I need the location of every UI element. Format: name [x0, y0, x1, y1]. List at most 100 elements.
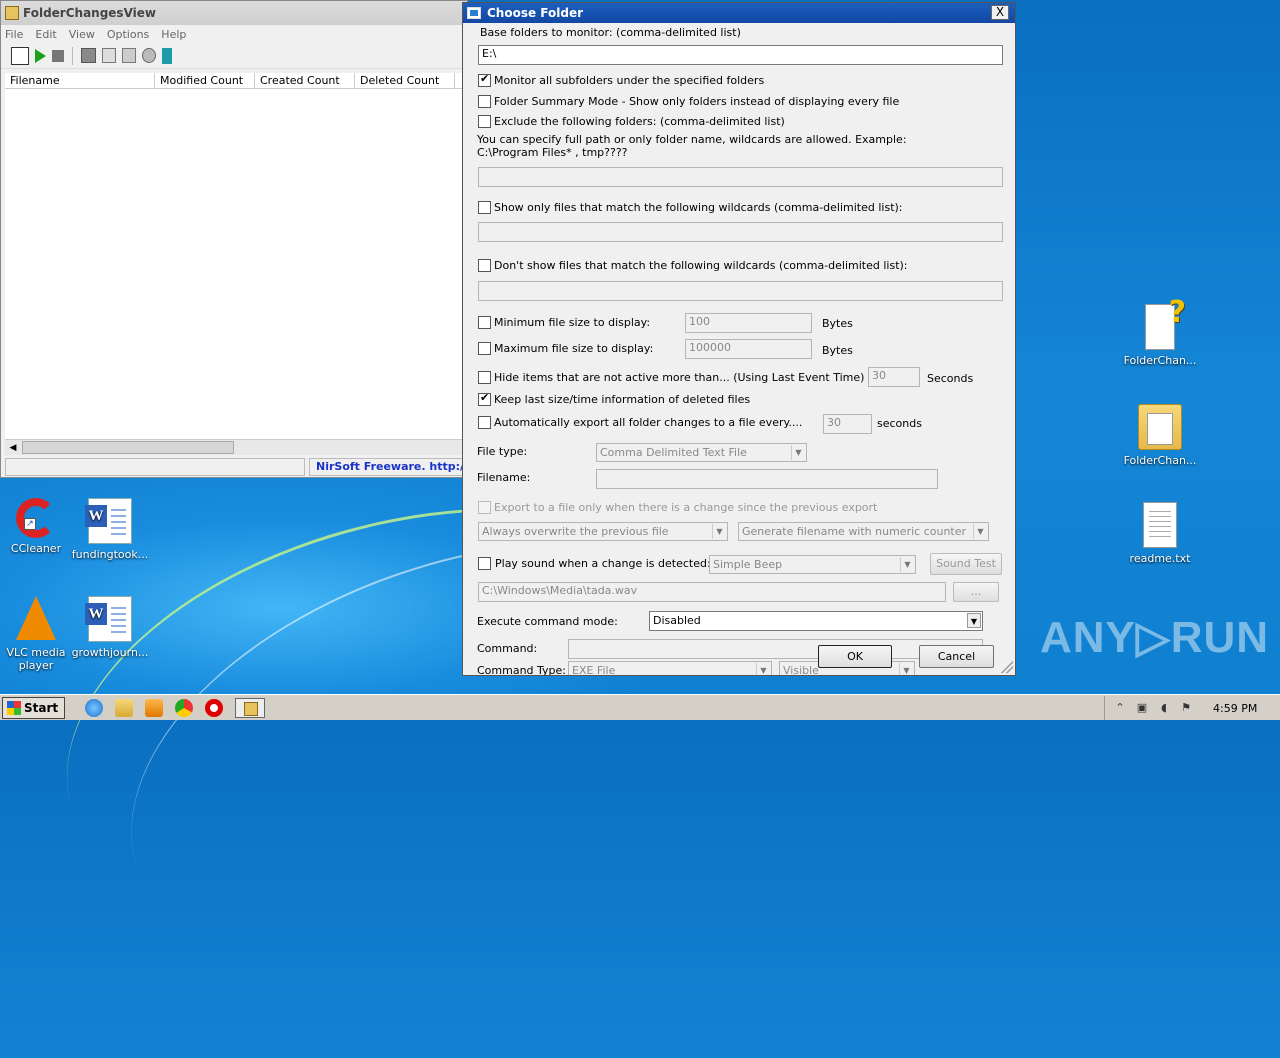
hide-inactive-unit: Seconds [927, 372, 974, 385]
browse-sound-button[interactable]: ... [953, 582, 999, 602]
max-size-checkbox[interactable] [478, 342, 491, 355]
stop-icon[interactable] [52, 49, 64, 62]
start-label: Start [24, 700, 59, 715]
windows-logo-icon [7, 700, 21, 715]
base-folders-input[interactable]: E:\ [478, 45, 1003, 65]
overwrite-select[interactable]: Always overwrite the previous file ▼ [478, 522, 728, 541]
properties-icon[interactable] [122, 48, 136, 63]
start-button[interactable]: Start [2, 696, 66, 719]
scroll-left-icon[interactable]: ◀ [5, 440, 21, 456]
exit-icon[interactable] [162, 47, 172, 64]
internet-explorer-icon[interactable] [85, 698, 104, 717]
command-type-select[interactable]: EXE File ▼ [568, 661, 772, 675]
file-list[interactable] [5, 89, 463, 439]
desktop-icon-label: fundingtook... [71, 548, 149, 561]
column-filename[interactable]: Filename [5, 73, 155, 88]
desktop-icon-growthjourn[interactable]: W growthjourn... [70, 596, 150, 659]
taskbar-folderchangesview-button[interactable] [235, 697, 266, 718]
min-size-checkbox[interactable] [478, 316, 491, 329]
show-only-wildcards-input[interactable] [478, 222, 1003, 242]
column-deleted-count[interactable]: Deleted Count [355, 73, 455, 88]
save-icon[interactable] [81, 48, 96, 63]
chevron-down-icon: ▼ [899, 663, 913, 675]
cancel-button[interactable]: Cancel [919, 645, 994, 668]
list-header: Filename Modified Count Created Count De… [5, 73, 463, 89]
desktop-icon-folderchanges-help[interactable]: ? FolderChan... [1120, 295, 1200, 367]
desktop-icon-fundingtook[interactable]: W fundingtook... [70, 498, 150, 561]
column-created-count[interactable]: Created Count [255, 73, 355, 88]
ok-button[interactable]: OK [818, 645, 892, 668]
dont-show-wildcards-checkbox[interactable] [478, 259, 491, 272]
dialog-titlebar[interactable]: Choose Folder [463, 3, 1015, 23]
desktop-icon-label: CCleaner [10, 542, 62, 555]
main-window-title: FolderChangesView [23, 6, 156, 20]
network-icon[interactable]: ▣ [1135, 701, 1149, 715]
export-only-change-checkbox[interactable] [478, 501, 491, 514]
desktop-icon-ccleaner[interactable]: ↗ CCleaner [0, 498, 76, 555]
find-icon[interactable] [142, 48, 156, 63]
auto-export-input[interactable]: 30 [823, 414, 872, 434]
play-sound-checkbox[interactable] [478, 557, 491, 570]
exec-mode-value: Disabled [653, 614, 701, 627]
dont-show-wildcards-input[interactable] [478, 281, 1003, 301]
folder-summary-checkbox[interactable] [478, 95, 491, 108]
menu-edit[interactable]: Edit [35, 28, 56, 41]
show-hidden-icons-icon[interactable]: ⌃ [1113, 701, 1127, 715]
horizontal-scrollbar[interactable]: ◀ [5, 439, 463, 455]
chevron-down-icon: ▼ [791, 445, 805, 460]
exclude-folders-input[interactable] [478, 167, 1003, 187]
desktop-icon-vlc[interactable]: VLC media player [0, 596, 76, 672]
hide-inactive-input[interactable]: 30 [868, 367, 920, 387]
clock[interactable]: 4:59 PM [1213, 702, 1257, 715]
file-explorer-icon[interactable] [115, 698, 134, 717]
chevron-down-icon: ▼ [756, 663, 770, 675]
exec-mode-select[interactable]: Disabled ▼ [649, 611, 983, 631]
main-titlebar[interactable]: FolderChangesView [1, 1, 467, 25]
sound-test-button[interactable]: Sound Test [930, 553, 1002, 575]
monitor-subfolders-checkbox[interactable] [478, 72, 491, 87]
volume-icon[interactable]: ◖ [1157, 701, 1171, 715]
column-modified-count[interactable]: Modified Count [155, 73, 255, 88]
hide-inactive-checkbox[interactable] [478, 371, 491, 384]
show-only-wildcards-checkbox[interactable] [478, 201, 491, 214]
auto-export-unit: seconds [877, 417, 922, 430]
menu-help[interactable]: Help [161, 28, 186, 41]
exclude-folders-checkbox[interactable] [478, 115, 491, 128]
file-type-select[interactable]: Comma Delimited Text File ▼ [596, 443, 807, 462]
desktop-icon-folderchanges-app[interactable]: FolderChan... [1120, 404, 1200, 467]
start-play-icon[interactable] [35, 48, 46, 63]
copy-icon[interactable] [102, 48, 116, 63]
max-size-unit: Bytes [822, 344, 853, 357]
folder-summary-label: Folder Summary Mode - Show only folders … [494, 95, 900, 108]
options-icon[interactable] [11, 46, 29, 65]
file-type-label: File type: [477, 445, 528, 458]
sound-path-input[interactable]: C:\Windows\Media\tada.wav [478, 582, 946, 602]
opera-icon[interactable] [205, 698, 224, 717]
sound-value: Simple Beep [713, 558, 783, 571]
nirsoft-link[interactable]: NirSoft Freeware. http://www.nirsoft.net [309, 458, 467, 476]
statusbar: NirSoft Freeware. http://www.nirsoft.net [5, 458, 467, 476]
menu-view[interactable]: View [69, 28, 95, 41]
sound-select[interactable]: Simple Beep ▼ [709, 555, 916, 574]
scroll-thumb[interactable] [22, 441, 234, 454]
generate-filename-select[interactable]: Generate filename with numeric counter ▼ [738, 522, 989, 541]
chrome-icon[interactable] [175, 698, 194, 717]
min-size-input[interactable]: 100 [685, 313, 812, 333]
generate-filename-value: Generate filename with numeric counter [742, 525, 967, 538]
system-tray: ⌃ ▣ ◖ ⚑ 4:59 PM [1104, 696, 1280, 720]
menu-options[interactable]: Options [107, 28, 149, 41]
dialog-close-button[interactable]: X [991, 5, 1009, 20]
menu-file[interactable]: File [5, 28, 23, 41]
auto-export-checkbox[interactable] [478, 416, 491, 429]
desktop-icon-readme[interactable]: readme.txt [1120, 502, 1200, 565]
overwrite-value: Always overwrite the previous file [482, 525, 669, 538]
filename-input[interactable] [596, 469, 938, 489]
media-player-icon[interactable] [145, 698, 164, 717]
resize-grip-icon[interactable] [1001, 661, 1013, 673]
desktop-icon-label: FolderChan... [1123, 354, 1197, 367]
max-size-input[interactable]: 100000 [685, 339, 812, 359]
keep-last-checkbox[interactable] [478, 391, 491, 406]
exclude-hint-line2: C:\Program Files* , tmp???? [477, 146, 628, 159]
anyrun-watermark: ANY▷RUN [1040, 613, 1270, 662]
action-center-flag-icon[interactable]: ⚑ [1179, 701, 1193, 715]
